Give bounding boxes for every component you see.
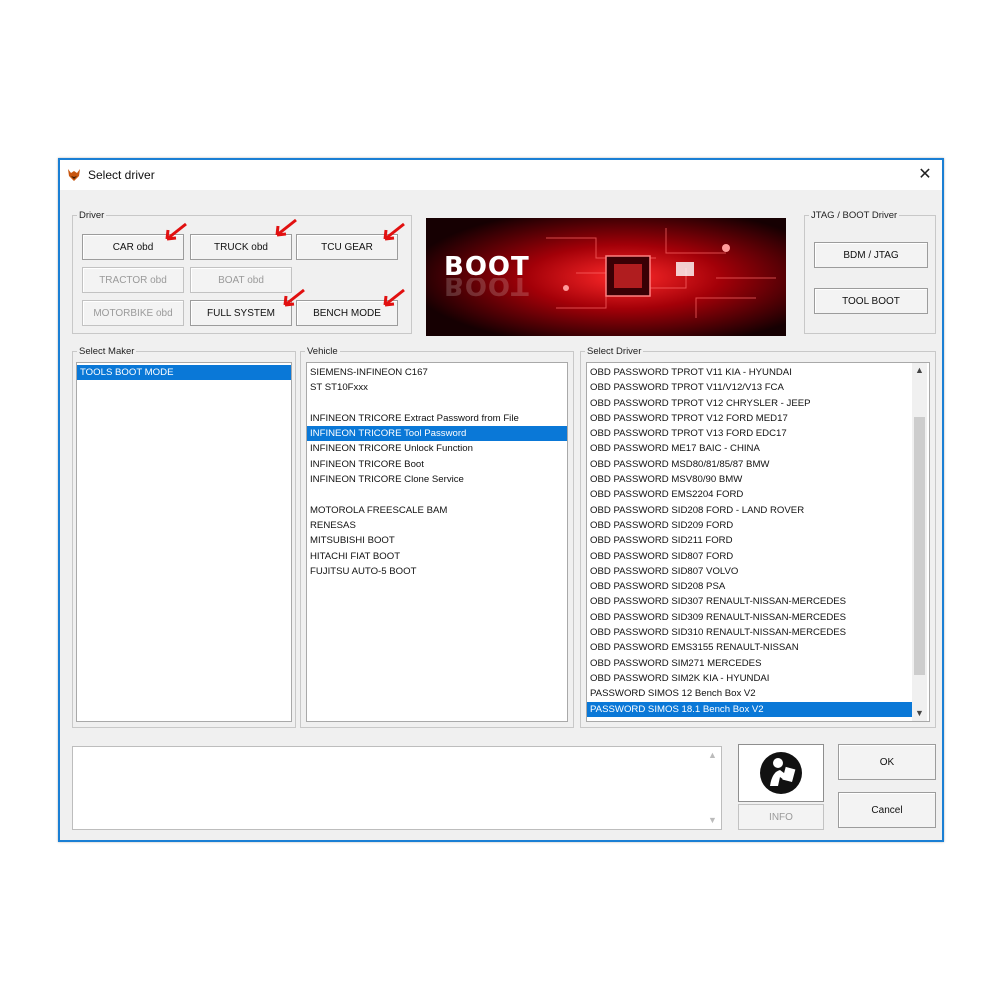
driver-list-item[interactable]: OBD PASSWORD SID310 RENAULT-NISSAN-MERCE…	[587, 625, 913, 640]
info-image	[738, 744, 824, 802]
driver-group-legend: Driver	[79, 210, 105, 221]
ok-button[interactable]: OK	[838, 744, 936, 780]
jtag-boot-group: JTAG / BOOT Driver	[804, 210, 936, 334]
vehicle-list-item	[307, 487, 567, 502]
driver-list-item[interactable]: OBD PASSWORD SIM2K KIA - HYUNDAI	[587, 671, 913, 686]
driver-list-item[interactable]: OBD PASSWORD SID208 PSA	[587, 579, 913, 594]
scroll-down-icon[interactable]: ▼	[912, 706, 927, 721]
driver-list-item[interactable]: OBD PASSWORD SID807 FORD	[587, 549, 913, 564]
maker-listbox[interactable]: TOOLS BOOT MODE	[76, 362, 292, 722]
title-bar[interactable]: Select driver ✕	[60, 160, 942, 190]
notes-scrollbar[interactable]: ▲ ▼	[705, 748, 720, 828]
scroll-up-icon[interactable]: ▲	[705, 748, 720, 763]
driver-list-item[interactable]: OBD PASSWORD MSD80/81/85/87 BMW	[587, 457, 913, 472]
truck-obd-button[interactable]: TRUCK obd	[190, 234, 292, 260]
info-panel: INFO	[738, 744, 824, 832]
banner-title-reflection: BOOT	[444, 278, 530, 300]
close-button[interactable]: ✕	[912, 162, 938, 188]
driver-list-item[interactable]: OBD PASSWORD SID807 VOLVO	[587, 564, 913, 579]
driver-listbox[interactable]: OBD PASSWORD TPROT V11 KIA - HYUNDAI OBD …	[586, 362, 930, 722]
vehicle-list-item	[307, 396, 567, 411]
vehicle-list-item[interactable]: HITACHI FIAT BOOT	[307, 549, 567, 564]
vehicle-list-item[interactable]: ST ST10Fxxx	[307, 380, 567, 395]
tcu-gear-button[interactable]: TCU GEAR	[296, 234, 398, 260]
driver-list-item[interactable]: OBD PASSWORD TPROT V11/V12/V13 FCA	[587, 380, 913, 395]
vehicle-listbox[interactable]: SIEMENS-INFINEON C167 ST ST10Fxxx INFINEON…	[306, 362, 568, 722]
vehicle-list-item[interactable]: RENESAS	[307, 518, 567, 533]
driver-list-item[interactable]: OBD PASSWORD SID309 RENAULT-NISSAN-MERCE…	[587, 610, 913, 625]
select-driver-legend: Select Driver	[587, 346, 642, 357]
vehicle-list-item[interactable]: SIEMENS-INFINEON C167	[307, 365, 567, 380]
vehicle-legend: Vehicle	[307, 346, 338, 357]
reading-person-icon	[760, 752, 802, 794]
vehicle-list-item[interactable]: MOTOROLA FREESCALE BAM	[307, 503, 567, 518]
driver-list-item[interactable]: OBD PASSWORD ME17 BAIC - CHINA	[587, 441, 913, 456]
window-title: Select driver	[88, 168, 155, 182]
driver-list-item[interactable]: OBD PASSWORD SID209 FORD	[587, 518, 913, 533]
driver-list-scrollbar[interactable]: ▲ ▼	[912, 363, 927, 721]
driver-list-item[interactable]: OBD PASSWORD SIM271 MERCEDES	[587, 656, 913, 671]
driver-list-item[interactable]: OBD PASSWORD TPROT V13 FORD EDC17	[587, 426, 913, 441]
fox-logo-icon	[68, 169, 80, 181]
vehicle-list-item[interactable]: FUJITSU AUTO-5 BOOT	[307, 564, 567, 579]
driver-list-item[interactable]: OBD PASSWORD TPROT V12 CHRYSLER - JEEP	[587, 396, 913, 411]
vehicle-list-item[interactable]: INFINEON TRICORE Extract Password from F…	[307, 411, 567, 426]
vehicle-list-item[interactable]: INFINEON TRICORE Boot	[307, 457, 567, 472]
vehicle-list-item[interactable]: INFINEON TRICORE Unlock Function	[307, 441, 567, 456]
driver-list-item[interactable]: OBD PASSWORD SID211 FORD	[587, 533, 913, 548]
close-icon: ✕	[918, 166, 932, 183]
bdm-jtag-button[interactable]: BDM / JTAG	[814, 242, 928, 268]
info-button[interactable]: INFO	[738, 804, 824, 830]
scroll-down-icon[interactable]: ▼	[705, 813, 720, 828]
boot-banner-image: BOOT BOOT	[426, 218, 786, 336]
cancel-button[interactable]: Cancel	[838, 792, 936, 828]
driver-list-item[interactable]: OBD PASSWORD TPROT V11 KIA - HYUNDAI	[587, 365, 913, 380]
vehicle-list-item[interactable]: INFINEON TRICORE Tool Password	[307, 426, 567, 442]
scroll-thumb[interactable]	[914, 417, 925, 675]
vehicle-list-item[interactable]: MITSUBISHI BOOT	[307, 533, 567, 548]
tool-boot-button[interactable]: TOOL BOOT	[814, 288, 928, 314]
motorbike-obd-button[interactable]: MOTORBIKE obd	[82, 300, 184, 326]
scroll-up-icon[interactable]: ▲	[912, 363, 927, 378]
full-system-button[interactable]: FULL SYSTEM	[190, 300, 292, 326]
driver-list-item[interactable]: OBD PASSWORD EMS3155 RENAULT-NISSAN	[587, 640, 913, 655]
driver-list-item[interactable]: PASSWORD SIMOS 18.1 Bench Box V2	[587, 701, 913, 717]
driver-list-item[interactable]: OBD PASSWORD EMS2204 FORD	[587, 487, 913, 502]
car-obd-button[interactable]: CAR obd	[82, 234, 184, 260]
driver-list-item[interactable]: PASSWORD SIMOS 12 Bench Box V2	[587, 686, 913, 701]
select-driver-window: Select driver ✕ Driver CAR obd TRUCK obd…	[58, 158, 944, 842]
vehicle-list-item[interactable]: INFINEON TRICORE Clone Service	[307, 472, 567, 487]
driver-list-item[interactable]: OBD PASSWORD MSV80/90 BMW	[587, 472, 913, 487]
maker-list-item[interactable]: TOOLS BOOT MODE	[77, 365, 291, 381]
driver-list-item[interactable]: OBD PASSWORD SID208 FORD - LAND ROVER	[587, 503, 913, 518]
driver-list-item[interactable]: OBD PASSWORD SID307 RENAULT-NISSAN-MERCE…	[587, 594, 913, 609]
bench-mode-button[interactable]: BENCH MODE	[296, 300, 398, 326]
jtag-boot-legend: JTAG / BOOT Driver	[811, 210, 898, 221]
select-maker-legend: Select Maker	[79, 346, 135, 357]
driver-list-item[interactable]: OBD PASSWORD TPROT V12 FORD MED17	[587, 411, 913, 426]
description-textarea[interactable]: ▲ ▼	[72, 746, 722, 830]
boat-obd-button[interactable]: BOAT obd	[190, 267, 292, 293]
tractor-obd-button[interactable]: TRACTOR obd	[82, 267, 184, 293]
